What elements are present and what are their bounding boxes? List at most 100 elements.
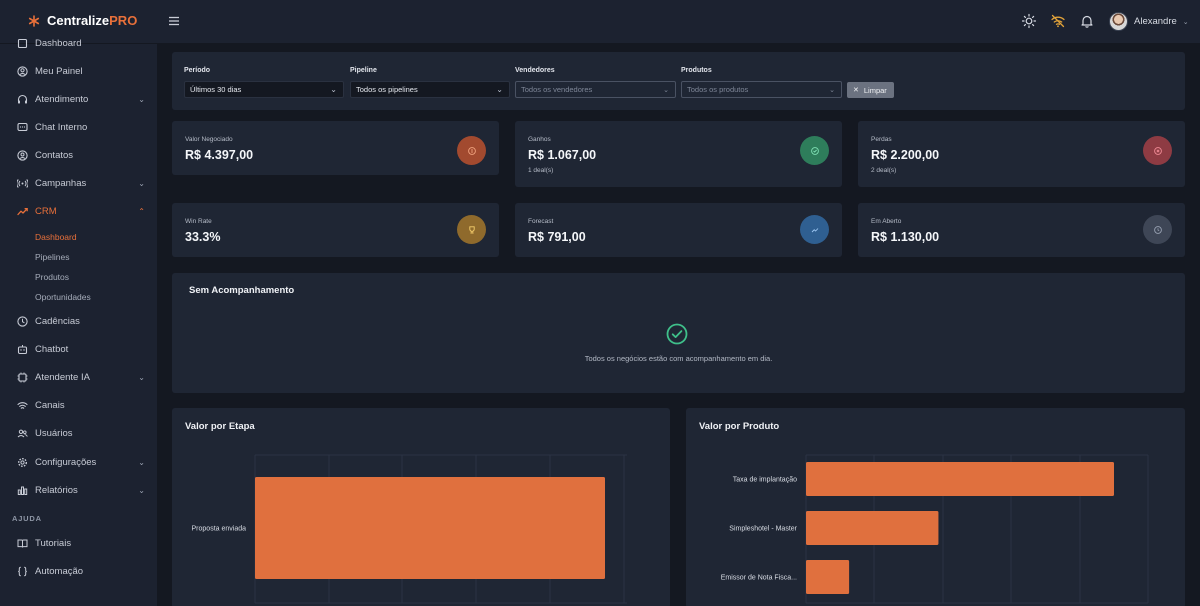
sidebar-item-label: Automação (35, 566, 84, 577)
sidebar-item-contatos[interactable]: Contatos (17, 150, 145, 161)
check-circle-icon (666, 323, 688, 345)
stat-card-perdas: Perdas R$ 2.200,00 2 deal(s) (858, 121, 1185, 187)
sidebar-item-label: Relatórios (35, 485, 78, 496)
sidebar-item-label: Atendimento (35, 94, 89, 105)
brand-star-icon (28, 14, 40, 27)
bar[interactable] (806, 560, 850, 594)
bar[interactable] (806, 462, 1114, 496)
stat-label: Perdas (871, 136, 892, 143)
sidebar-item-canais[interactable]: Canais (17, 400, 145, 411)
chevron-down-icon: ⌄ (138, 486, 145, 495)
category-label: Proposta enviada (192, 526, 247, 533)
sem-acompanhamento-message: Todos os negócios estão com acompanhamen… (584, 354, 773, 363)
sun-icon[interactable] (1021, 13, 1037, 29)
chevron-down-icon: ⌄ (663, 87, 669, 94)
wifi-off-icon[interactable] (1050, 13, 1066, 29)
user-menu[interactable]: Alexandre ⌄ (1109, 12, 1189, 31)
sidebar-item-atendimento[interactable]: Atendimento ⌄ (17, 94, 145, 105)
sidebar-item-label: Chat Interno (35, 122, 88, 133)
valor-por-produto-card: Valor por Produto Taxa de implantação Sim… (686, 408, 1185, 606)
bell-icon[interactable] (1079, 13, 1095, 29)
avatar (1109, 12, 1128, 31)
clock-icon (1143, 215, 1172, 244)
valor-por-etapa-chart: Proposta enviada (192, 454, 627, 604)
chevron-down-icon: ⌄ (1182, 18, 1189, 26)
brand-name: Centralize (47, 13, 110, 28)
wifi-icon (17, 400, 28, 411)
clock-icon (17, 316, 28, 327)
sidebar-item-campanhas[interactable]: Campanhas ⌄ (17, 178, 145, 189)
valor-por-produto-chart: Taxa de implantação Simpleshotel - Master… (721, 454, 1149, 604)
sidebar-item-label: Cadências (35, 316, 80, 327)
produtos-select[interactable]: Todos os produtos ⌄ (681, 81, 842, 98)
pipeline-select[interactable]: Todos os pipelines ⌄ (350, 81, 510, 98)
sidebar-item-crm[interactable]: CRM ⌃ (17, 206, 145, 217)
dashboard-icon (17, 38, 28, 49)
sidebar-item-label: CRM (35, 206, 57, 217)
chevron-down-icon: ⌄ (138, 458, 145, 467)
sidebar-item-label: Canais (35, 400, 65, 411)
vendedores-select[interactable]: Todos os vendedores ⌄ (515, 81, 676, 98)
sidebar-subitem-produtos[interactable]: Produtos (35, 272, 69, 282)
chevron-down-icon: ⌄ (330, 85, 337, 94)
vendedores-placeholder: Todos os vendedores (521, 85, 593, 94)
stat-value: 33.3% (185, 230, 221, 244)
valor-por-etapa-card: Valor por Etapa Proposta enviada (172, 408, 670, 606)
user-name: Alexandre (1134, 16, 1177, 27)
sidebar-subitem-oportunidades[interactable]: Oportunidades (35, 292, 91, 302)
sidebar-item-usuarios[interactable]: Usuários (17, 428, 145, 439)
sidebar-item-label: Tutoriais (35, 538, 72, 549)
top-bar: CentralizePRO Alexandre ⌄ (0, 0, 1200, 44)
sidebar-item-chat-interno[interactable]: Chat Interno (17, 122, 145, 133)
stat-value: R$ 2.200,00 (871, 148, 940, 162)
vendedores-label: Vendedores (515, 67, 555, 74)
bar[interactable] (806, 511, 939, 545)
money-icon (457, 136, 486, 165)
trend-icon (17, 206, 28, 217)
stat-card-ganhos: Ganhos R$ 1.067,00 1 deal(s) (515, 121, 842, 187)
clear-label: Limpar (863, 85, 887, 95)
periodo-value: Últimos 30 dias (190, 85, 242, 94)
stat-label: Win Rate (185, 218, 212, 225)
stat-value: R$ 791,00 (528, 230, 586, 244)
contact-icon (17, 150, 28, 161)
bar[interactable] (255, 477, 605, 579)
stat-card-em-aberto: Em Aberto R$ 1.130,00 (858, 203, 1185, 257)
sidebar-item-atendente-ia[interactable]: Atendente IA ⌄ (17, 372, 145, 383)
sidebar-item-cadencias[interactable]: Cadências (17, 316, 145, 327)
sidebar-item-dashboard[interactable]: Dashboard (17, 38, 145, 49)
sidebar-item-label: Configurações (35, 457, 97, 468)
stat-label: Valor Negociado (185, 136, 233, 143)
trophy-icon (457, 215, 486, 244)
chevron-down-icon: ⌄ (829, 87, 835, 94)
chat-icon (17, 122, 28, 133)
stat-sub: 1 deal(s) (528, 167, 554, 174)
bot-icon (17, 344, 28, 355)
pipeline-value: Todos os pipelines (356, 85, 418, 94)
sidebar-item-chatbot[interactable]: Chatbot (17, 344, 145, 355)
sidebar-item-meu-painel[interactable]: Meu Painel (17, 66, 145, 77)
periodo-select[interactable]: Últimos 30 dias ⌄ (184, 81, 344, 98)
clear-filters-button[interactable]: ✕ Limpar (847, 82, 894, 98)
sidebar-item-label: Usuários (35, 428, 73, 439)
sidebar-item-tutoriais[interactable]: Tutoriais (17, 538, 145, 549)
sidebar-item-label: Atendente IA (35, 372, 90, 383)
sidebar-item-relatorios[interactable]: Relatórios ⌄ (17, 485, 145, 496)
sidebar-subitem-pipelines[interactable]: Pipelines (35, 252, 70, 262)
brand-logo[interactable]: CentralizePRO (28, 13, 137, 28)
sidebar-subitem-dashboard[interactable]: Dashboard (35, 232, 77, 242)
sidebar-item-automacao[interactable]: Automação (17, 566, 145, 577)
menu-toggle-icon[interactable] (168, 14, 180, 28)
stat-value: R$ 1.130,00 (871, 230, 940, 244)
produtos-placeholder: Todos os produtos (687, 85, 749, 94)
sidebar-item-label: Campanhas (35, 178, 87, 189)
chevron-up-icon: ⌃ (138, 207, 145, 216)
sidebar: Dashboard Meu Painel Atendimento ⌄ Chat Inte… (0, 38, 157, 606)
stat-value: R$ 1.067,00 (528, 148, 597, 162)
sem-acompanhamento-card: Sem Acompanhamento Todos os negócios est… (172, 273, 1185, 393)
sidebar-item-configuracoes[interactable]: Configurações ⌄ (17, 457, 145, 468)
x-circle-icon (1143, 136, 1172, 165)
sidebar-item-label: Dashboard (35, 38, 82, 49)
users-icon (17, 428, 28, 439)
stat-card-valor-negociado: Valor Negociado R$ 4.397,00 (172, 121, 499, 175)
